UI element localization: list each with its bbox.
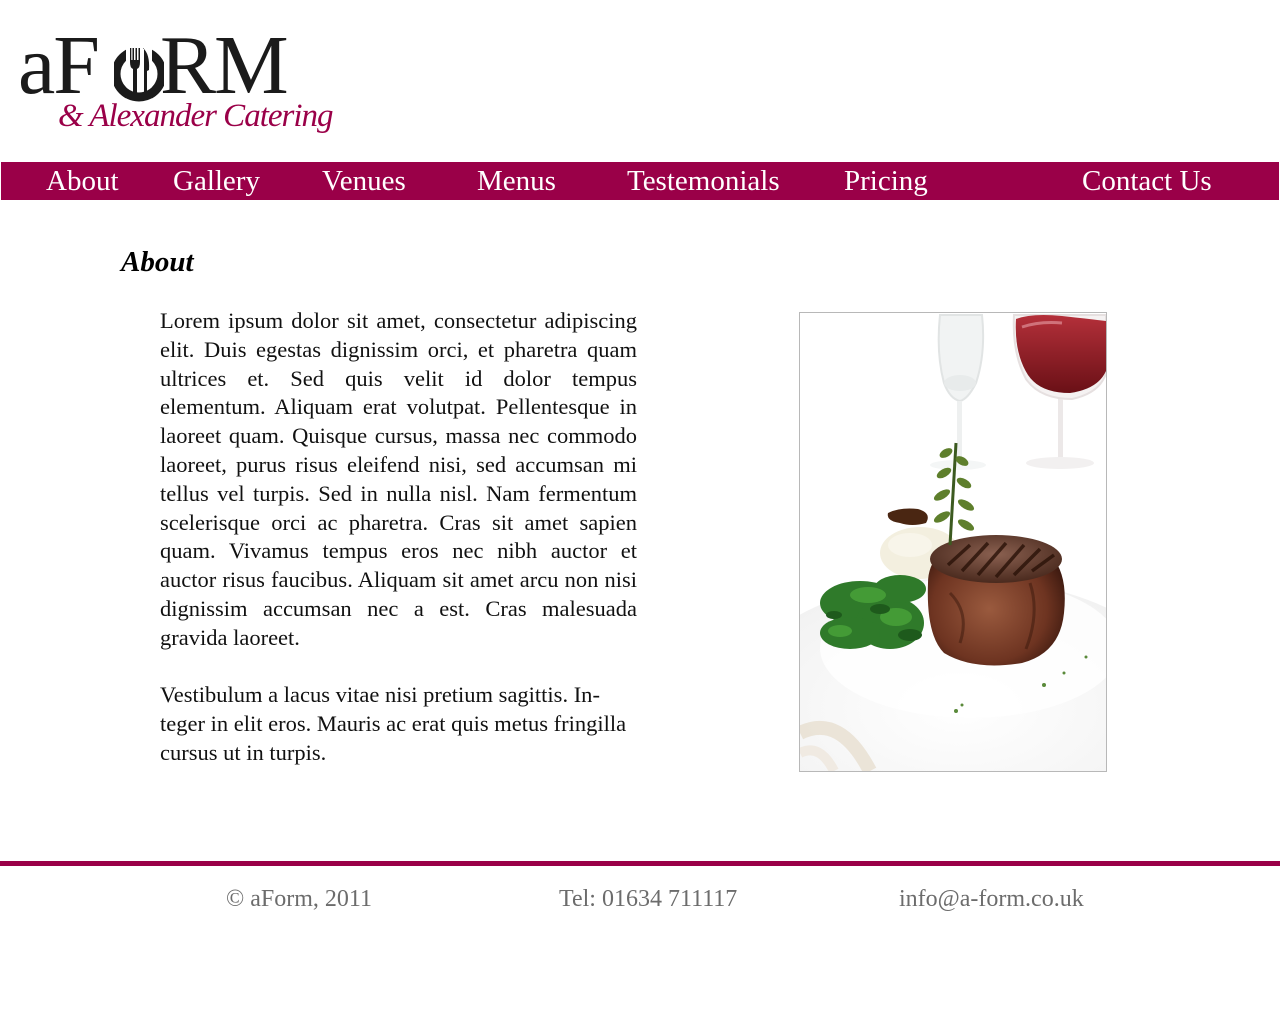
site-logo[interactable]: aF RM & Alexander Catering <box>18 24 334 142</box>
fork-and-knife-icon <box>114 44 164 104</box>
nav-item-pricing[interactable]: Pricing <box>844 162 928 200</box>
footer-email-link[interactable]: info@a-form.co.uk <box>899 886 1084 913</box>
steak-dish-photo <box>799 312 1107 772</box>
nav-item-testemonials[interactable]: Testemonials <box>627 162 780 200</box>
about-body: Lorem ipsum dolor sit amet, consectetur … <box>160 307 637 797</box>
nav-item-contact-us[interactable]: Contact Us <box>1082 162 1212 200</box>
footer-copyright: © aForm, 2011 <box>226 886 373 912</box>
about-paragraph: Lorem ipsum dolor sit amet, consectetur … <box>160 308 637 650</box>
about-paragraph: Vestibulum a lacus vitae nisi pretium sa… <box>160 682 627 765</box>
nav-item-gallery[interactable]: Gallery <box>173 162 260 200</box>
footer-phone: Tel: 01634 711117 <box>559 886 738 912</box>
main-navigation: About Gallery Venues Menus Testemonials … <box>1 162 1279 200</box>
nav-item-about[interactable]: About <box>46 162 119 200</box>
steak-dish-illustration <box>800 313 1106 771</box>
nav-item-menus[interactable]: Menus <box>477 162 556 200</box>
nav-item-venues[interactable]: Venues <box>322 162 406 200</box>
footer-divider <box>0 861 1280 866</box>
logo-tagline: & Alexander Catering <box>58 98 334 134</box>
page-title: About <box>121 246 194 278</box>
